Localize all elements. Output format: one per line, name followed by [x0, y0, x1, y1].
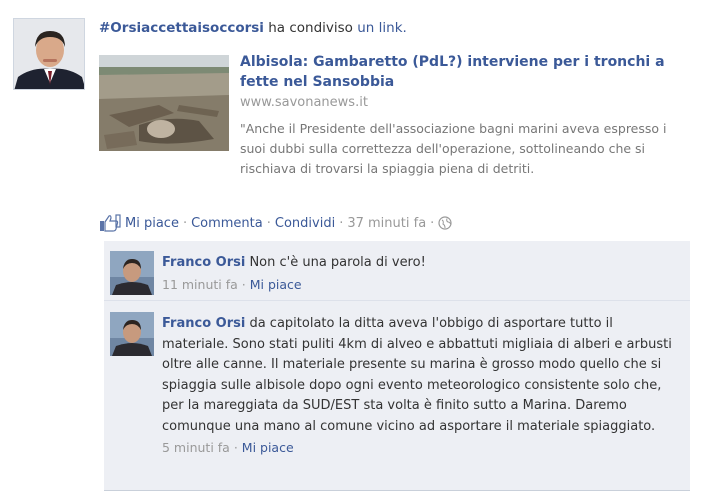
- comment-body: Franco Orsi Non c'è una parola di vero! …: [162, 253, 682, 295]
- share-link[interactable]: Condividi: [275, 216, 335, 231]
- story-verb: ha condiviso: [268, 20, 353, 36]
- separator: ·: [182, 215, 188, 231]
- shared-link-text[interactable]: un link.: [357, 20, 407, 36]
- attachment-title-link[interactable]: Albisola: Gambaretto (PdL?) interviene p…: [240, 52, 690, 92]
- separator: ·: [339, 215, 344, 231]
- comment-meta: 5 minuti fa · Mi piace: [162, 438, 682, 458]
- profile-avatar[interactable]: [13, 18, 85, 90]
- profile-photo: [14, 19, 84, 89]
- comment-meta: 11 minuti fa · Mi piace: [162, 275, 682, 295]
- comment-item: Franco Orsi Non c'è una parola di vero! …: [104, 241, 690, 301]
- commenter-avatar[interactable]: [110, 251, 154, 295]
- attachment-url: www.savonanews.it: [240, 95, 368, 110]
- story-actor-link[interactable]: #Orsiaccettaisoccorsi: [99, 20, 264, 36]
- attachment-description: "Anche il Presidente dell'associazione b…: [240, 121, 667, 176]
- comment-link[interactable]: Commenta: [191, 216, 263, 231]
- comment-text: Non c'è una parola di vero!: [249, 255, 426, 270]
- separator: ·: [430, 215, 435, 231]
- like-link[interactable]: Mi piace: [125, 216, 179, 231]
- separator: ·: [266, 215, 271, 231]
- comment-text: da capitolato la ditta aveva l'obbigo di…: [162, 316, 672, 434]
- commenter-photo: [110, 312, 154, 356]
- link-attachment: Albisola: Gambaretto (PdL?) interviene p…: [99, 52, 689, 200]
- comments-list: Franco Orsi Non c'è una parola di vero! …: [104, 241, 690, 494]
- story-timestamp[interactable]: 37 minuti fa: [347, 216, 426, 231]
- thumbnail-image: [99, 55, 229, 151]
- separator: ·: [241, 276, 246, 292]
- comment-input-box[interactable]: [104, 490, 690, 494]
- comment-body: Franco Orsi da capitolato la ditta aveva…: [162, 314, 682, 458]
- comment-author-link[interactable]: Franco Orsi: [162, 316, 245, 331]
- comment-author-link[interactable]: Franco Orsi: [162, 255, 245, 270]
- comment-like-link[interactable]: Mi piace: [242, 440, 294, 455]
- commenter-avatar[interactable]: [110, 312, 154, 356]
- thumbs-up-icon: [99, 214, 121, 232]
- attachment-body: Albisola: Gambaretto (PdL?) interviene p…: [240, 52, 690, 179]
- comment-item: Franco Orsi da capitolato la ditta aveva…: [104, 302, 690, 494]
- comment-timestamp[interactable]: 11 minuti fa: [162, 277, 238, 292]
- story-action-bar: Mi piace · Commenta · Condividi · 37 min…: [99, 213, 452, 233]
- story-header: #Orsiaccettaisoccorsi ha condiviso un li…: [99, 18, 699, 38]
- attachment-thumbnail[interactable]: [99, 55, 229, 151]
- story-headline: #Orsiaccettaisoccorsi ha condiviso un li…: [99, 18, 699, 38]
- comment-like-link[interactable]: Mi piace: [250, 277, 302, 292]
- commenter-photo: [110, 251, 154, 295]
- separator: ·: [233, 440, 238, 455]
- globe-icon[interactable]: [438, 216, 452, 230]
- comment-timestamp[interactable]: 5 minuti fa: [162, 440, 230, 455]
